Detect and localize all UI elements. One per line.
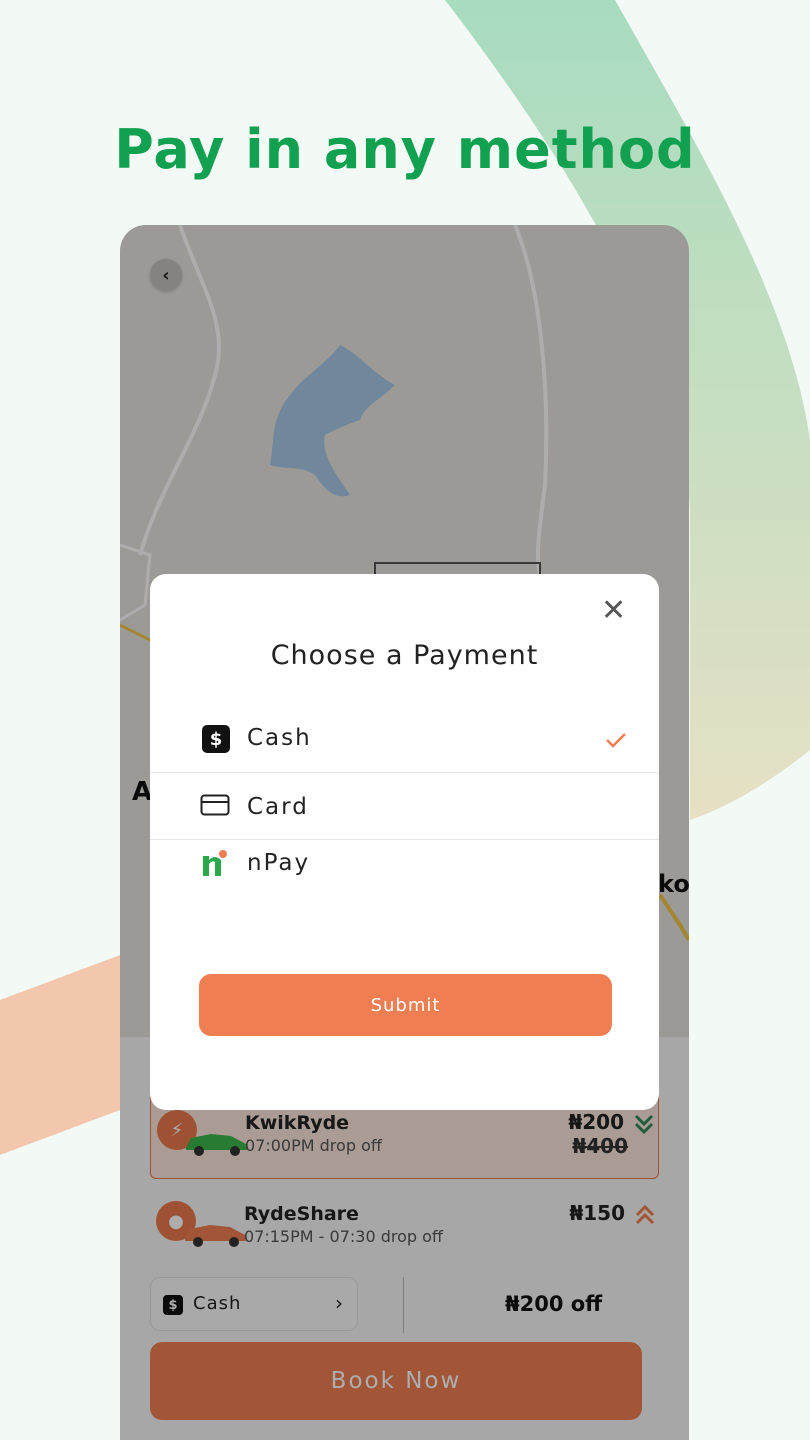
cash-icon: $ (202, 725, 230, 753)
close-icon[interactable]: ✕ (601, 596, 626, 626)
modal-title: Choose a Payment (270, 640, 539, 671)
card-icon (200, 794, 230, 816)
payment-option-label: nPay (247, 850, 311, 876)
submit-button[interactable]: Submit (199, 974, 612, 1036)
page-headline: Pay in any method (114, 118, 696, 181)
payment-option-label: Cash (247, 725, 312, 751)
payment-modal: ✕ Choose a Payment $ Cash Card nPay Subm… (150, 574, 659, 1110)
payment-option-card[interactable]: Card (150, 773, 659, 839)
checkmark-icon (606, 733, 626, 748)
payment-option-label: Card (247, 794, 309, 820)
npay-icon (203, 850, 227, 876)
payment-option-cash[interactable]: $ Cash (150, 705, 659, 771)
payment-option-npay[interactable]: nPay (150, 840, 659, 906)
